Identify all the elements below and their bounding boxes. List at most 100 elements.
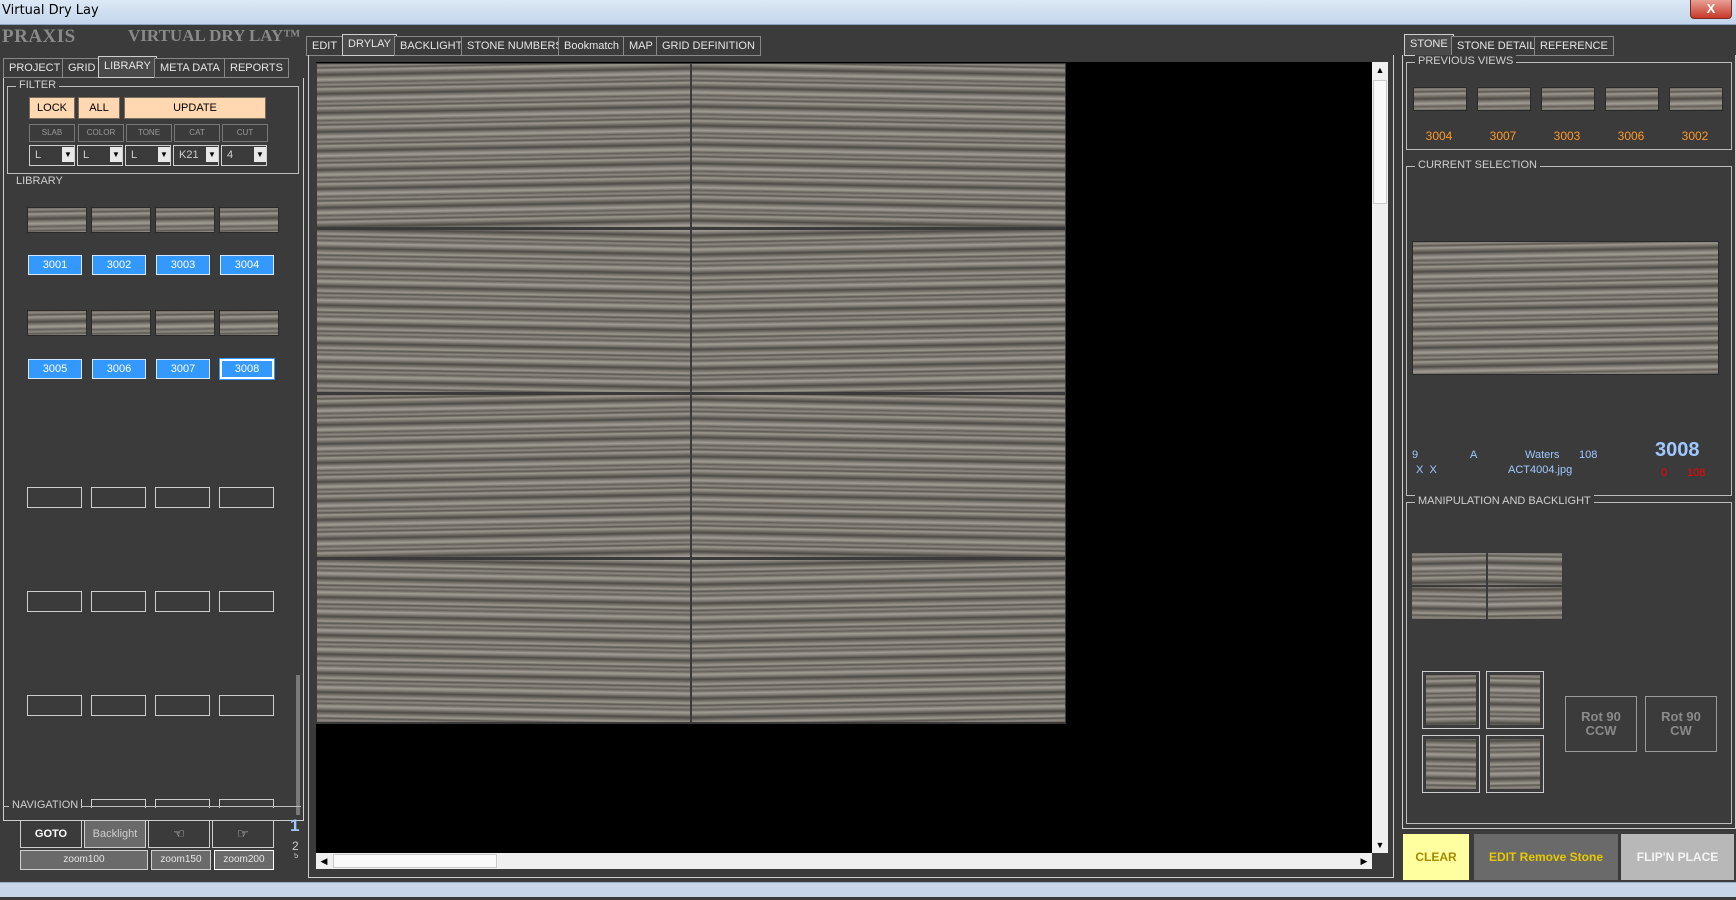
- library-item-3004[interactable]: 3004: [220, 255, 274, 275]
- scroll-down-arrow-icon[interactable]: ▼: [1372, 837, 1388, 853]
- library-thumbnail-3005[interactable]: [27, 310, 87, 336]
- window-close-button[interactable]: X: [1690, 0, 1732, 19]
- vertical-scroll-thumb[interactable]: [1373, 80, 1387, 204]
- zoom200-button[interactable]: zoom200: [214, 850, 274, 870]
- library-thumbnail-3008[interactable]: [219, 310, 279, 336]
- previous-view-number[interactable]: 3007: [1473, 129, 1533, 143]
- tab-bookmatch[interactable]: Bookmatch: [558, 36, 626, 56]
- chevron-down-icon[interactable]: ▼: [206, 147, 218, 162]
- vertical-scrollbar[interactable]: ▲ ▼: [1372, 62, 1388, 853]
- library-thumbnail-3003[interactable]: [155, 207, 215, 233]
- scroll-up-arrow-icon[interactable]: ▲: [1372, 62, 1388, 78]
- scroll-left-arrow-icon[interactable]: ◀: [316, 853, 332, 869]
- library-empty-slot[interactable]: [91, 591, 146, 612]
- library-thumbnail-3002[interactable]: [91, 207, 151, 233]
- chevron-down-icon[interactable]: ▼: [254, 147, 266, 162]
- page-number-1[interactable]: 1: [290, 816, 299, 836]
- cat-dropdown[interactable]: K21 ▼: [173, 145, 219, 166]
- previous-view-number[interactable]: 3002: [1665, 129, 1725, 143]
- slab-tile[interactable]: [692, 64, 1065, 227]
- previous-view-thumbnail[interactable]: [1477, 87, 1531, 111]
- library-empty-slot[interactable]: [219, 695, 274, 716]
- slab-tile[interactable]: [317, 64, 690, 227]
- library-empty-slot[interactable]: [219, 487, 274, 508]
- tab-grid-definition[interactable]: GRID DEFINITION: [656, 36, 761, 56]
- previous-view-thumbnail[interactable]: [1541, 87, 1595, 111]
- library-empty-slot[interactable]: [155, 695, 210, 716]
- slab-tile[interactable]: [692, 230, 1065, 392]
- all-button[interactable]: ALL: [78, 97, 120, 119]
- chevron-down-icon[interactable]: ▼: [110, 147, 122, 162]
- tab-edit[interactable]: EDIT: [306, 36, 344, 56]
- zoom100-button[interactable]: zoom100: [20, 850, 148, 870]
- tab-project[interactable]: PROJECT: [3, 58, 67, 78]
- library-empty-slot[interactable]: [91, 695, 146, 716]
- page-number-3[interactable]: 5: [294, 853, 298, 859]
- scroll-right-arrow-icon[interactable]: ▶: [1356, 853, 1372, 869]
- previous-view-thumbnail[interactable]: [1413, 87, 1467, 111]
- library-thumbnail-3004[interactable]: [219, 207, 279, 233]
- library-item-3005[interactable]: 3005: [28, 359, 82, 379]
- slab-tile[interactable]: [317, 230, 690, 392]
- chevron-down-icon[interactable]: ▼: [62, 147, 74, 162]
- library-empty-slot[interactable]: [91, 487, 146, 508]
- goto-button[interactable]: GOTO: [20, 820, 82, 848]
- tab-meta-data[interactable]: META DATA: [154, 58, 226, 78]
- tab-grid[interactable]: GRID: [62, 58, 102, 78]
- pan-right-button[interactable]: ☞: [212, 820, 274, 848]
- library-thumbnail-3001[interactable]: [27, 207, 87, 233]
- rotate-cw-button[interactable]: Rot 90 CW: [1645, 696, 1717, 752]
- clear-button[interactable]: CLEAR: [1403, 834, 1469, 880]
- orientation-flip-vertical-button[interactable]: [1422, 735, 1480, 793]
- lock-button[interactable]: LOCK: [29, 97, 75, 119]
- slab-tile[interactable]: [317, 395, 690, 557]
- library-scrollbar[interactable]: [296, 675, 300, 815]
- zoom150-button[interactable]: zoom150: [151, 850, 211, 870]
- slab-tile[interactable]: [692, 395, 1065, 557]
- slab-tile[interactable]: [317, 560, 690, 722]
- flip-n-place-button[interactable]: FLIP'N PLACE: [1621, 834, 1734, 880]
- rotate-ccw-button[interactable]: Rot 90 CCW: [1565, 696, 1637, 752]
- page-number-2[interactable]: 2: [292, 839, 299, 853]
- library-empty-slot[interactable]: [27, 591, 82, 612]
- library-item-3002[interactable]: 3002: [92, 255, 146, 275]
- color-dropdown[interactable]: L ▼: [77, 145, 123, 166]
- library-item-3003[interactable]: 3003: [156, 255, 210, 275]
- orientation-flip-horizontal-button[interactable]: [1486, 671, 1544, 729]
- previous-view-thumbnail[interactable]: [1605, 87, 1659, 111]
- tab-drylay[interactable]: DRYLAY: [342, 34, 398, 56]
- library-empty-slot[interactable]: [27, 695, 82, 716]
- tab-stone[interactable]: STONE: [1404, 34, 1454, 56]
- previous-view-thumbnail[interactable]: [1669, 87, 1723, 111]
- slab-dropdown[interactable]: L ▼: [29, 145, 75, 166]
- horizontal-scrollbar[interactable]: ◀ ▶: [316, 853, 1372, 869]
- tab-map[interactable]: MAP: [623, 36, 659, 56]
- library-thumbnail-3007[interactable]: [155, 310, 215, 336]
- tab-stone-detail[interactable]: STONE DETAIL: [1451, 36, 1542, 56]
- tab-reference[interactable]: REFERENCE: [1534, 36, 1614, 56]
- previous-view-number[interactable]: 3003: [1537, 129, 1597, 143]
- pan-left-button[interactable]: ☜: [148, 820, 210, 848]
- tab-stone-numbers[interactable]: STONE NUMBERS: [461, 36, 569, 56]
- orientation-rotate-180-button[interactable]: [1486, 735, 1544, 793]
- chevron-down-icon[interactable]: ▼: [158, 147, 170, 162]
- tab-reports[interactable]: REPORTS: [224, 58, 289, 78]
- drylay-canvas[interactable]: [316, 62, 1372, 853]
- tab-backlight[interactable]: BACKLIGHT: [394, 36, 469, 56]
- library-empty-slot[interactable]: [219, 591, 274, 612]
- previous-view-number[interactable]: 3006: [1601, 129, 1661, 143]
- cut-dropdown[interactable]: 4 ▼: [221, 145, 267, 166]
- library-empty-slot[interactable]: [27, 487, 82, 508]
- library-thumbnail-3006[interactable]: [91, 310, 151, 336]
- backlight-button[interactable]: Backlight: [84, 820, 146, 848]
- library-item-3007[interactable]: 3007: [156, 359, 210, 379]
- update-button[interactable]: UPDATE: [124, 97, 266, 119]
- previous-view-number[interactable]: 3004: [1409, 129, 1469, 143]
- library-item-3001[interactable]: 3001: [28, 255, 82, 275]
- horizontal-scroll-thumb[interactable]: [333, 854, 497, 868]
- library-item-3008[interactable]: 3008: [220, 359, 274, 379]
- orientation-normal-button[interactable]: [1422, 671, 1480, 729]
- library-empty-slot[interactable]: [155, 487, 210, 508]
- tone-dropdown[interactable]: L ▼: [125, 145, 171, 166]
- edit-remove-stone-button[interactable]: EDIT Remove Stone: [1474, 834, 1618, 880]
